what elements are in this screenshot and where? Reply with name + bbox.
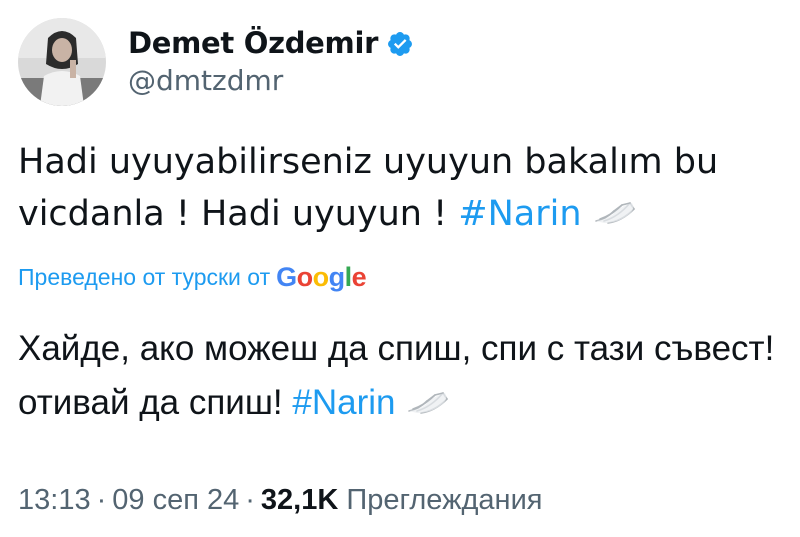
hashtag-link[interactable]: #Narin [458,194,581,234]
tweet-header: Demet Özdemir @dmtzdmr [18,12,414,112]
handle[interactable]: @dmtzdmr [128,64,414,97]
google-logo: Google [276,262,367,293]
google-letter: G [276,262,297,292]
user-block: Demet Özdemir @dmtzdmr [128,26,414,97]
hashtag-link[interactable]: #Narin [292,383,395,422]
google-letter: o [296,262,314,292]
google-letter: e [351,262,367,292]
verified-badge-icon[interactable] [386,30,414,58]
views-count[interactable]: 32,1K [261,484,338,516]
views-label[interactable]: Преглеждания [346,484,542,516]
tweet-text: Hadi uyuyabilirseniz uyuyun bakalım bu v… [18,136,788,240]
tweet-time[interactable]: 13:13 [18,484,91,516]
separator-dot: · [96,484,107,516]
translated-text-body: Хайде, ако можеш да спиш, спи с тази съв… [18,329,775,422]
avatar[interactable] [18,18,106,106]
separator-dot: · [245,484,255,516]
wings-icon [405,387,449,415]
wings-icon [592,197,636,225]
translation-row: Преведено от турски от Google [18,262,367,293]
tweet-meta: 13:13 · 09 сеп 24 · 32,1K Преглеждания [18,484,542,517]
name-row: Demet Özdemir [128,26,414,60]
display-name[interactable]: Demet Özdemir [128,26,378,60]
translated-text: Хайде, ако можеш да спиш, спи с тази съв… [18,322,788,430]
google-letter: g [328,262,346,292]
google-letter: o [312,262,330,292]
translated-label[interactable]: Преведено от турски от [18,264,270,291]
tweet-date[interactable]: 09 сеп 24 [112,484,239,516]
google-letter: l [344,262,353,292]
